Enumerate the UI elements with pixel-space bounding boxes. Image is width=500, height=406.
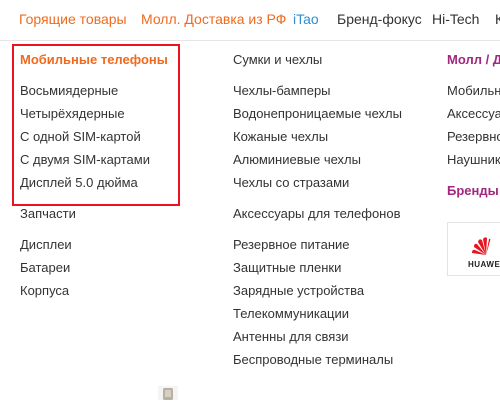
huawei-logo-text: HUAWEI: [468, 260, 500, 269]
group-title-brands[interactable]: Бренды /: [447, 183, 500, 198]
link-power-banks[interactable]: Резервное питание: [233, 237, 350, 252]
group-title-mall[interactable]: Молл / Д: [447, 52, 500, 67]
link-rhinestone-cases[interactable]: Чехлы со стразами: [233, 175, 349, 190]
category-column-3: Молл / Д Мобильн Аксессуа Резервно Наушн…: [447, 0, 500, 400]
link-antennas[interactable]: Антенны для связи: [233, 329, 349, 344]
product-thumbnail[interactable]: [158, 386, 178, 406]
nav-mall-delivery[interactable]: Молл. Доставка из РФ: [141, 11, 286, 27]
link-telecommunications[interactable]: Телекоммуникации: [233, 306, 349, 321]
link-waterproof-cases[interactable]: Водонепроницаемые чехлы: [233, 106, 402, 121]
link-housings[interactable]: Корпуса: [20, 283, 69, 298]
link-accessories[interactable]: Аксессуа: [447, 106, 500, 121]
group-title-bags-cases[interactable]: Сумки и чехлы: [233, 52, 322, 67]
phone-icon: [158, 386, 178, 400]
link-displays[interactable]: Дисплеи: [20, 237, 72, 252]
link-bumper-cases[interactable]: Чехлы-бамперы: [233, 83, 331, 98]
highlight-box: [12, 44, 180, 206]
link-aluminum-cases[interactable]: Алюминиевые чехлы: [233, 152, 361, 167]
link-headphones[interactable]: Наушник: [447, 152, 500, 167]
huawei-brand-tile[interactable]: HUAWEI: [447, 222, 500, 276]
nav-brand-focus[interactable]: Бренд-фокус: [337, 11, 422, 27]
link-chargers[interactable]: Зарядные устройства: [233, 283, 364, 298]
link-batteries[interactable]: Батареи: [20, 260, 70, 275]
nav-itao[interactable]: iTao: [293, 11, 319, 27]
nav-hot-deals[interactable]: Горящие товары: [19, 11, 127, 27]
link-wireless-terminals[interactable]: Беспроводные терминалы: [233, 352, 393, 367]
link-reserve[interactable]: Резервно: [447, 129, 500, 144]
link-screen-protectors[interactable]: Защитные пленки: [233, 260, 341, 275]
group-title-spare-parts[interactable]: Запчасти: [20, 206, 76, 221]
top-navigation: Горящие товары Молл. Доставка из РФ iTao…: [0, 0, 500, 41]
link-mobile[interactable]: Мобильн: [447, 83, 500, 98]
group-title-phone-accessories[interactable]: Аксессуары для телефонов: [233, 206, 401, 221]
link-leather-cases[interactable]: Кожаные чехлы: [233, 129, 328, 144]
